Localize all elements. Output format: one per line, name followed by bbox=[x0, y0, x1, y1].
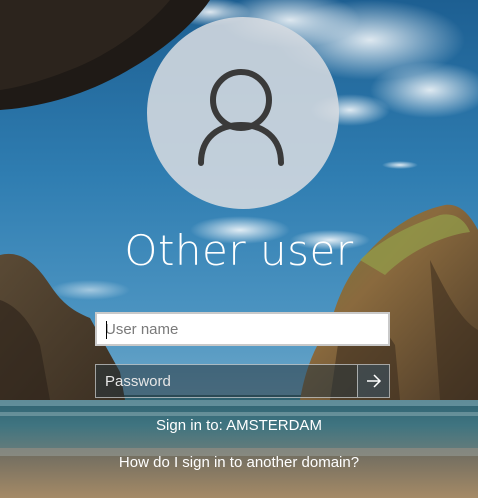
help-link-container: How do I sign in to another domain? bbox=[0, 454, 478, 471]
password-input[interactable] bbox=[96, 365, 358, 397]
text-caret bbox=[106, 321, 107, 339]
arrow-right-icon bbox=[366, 374, 381, 388]
password-field-box[interactable] bbox=[95, 364, 390, 398]
username-input[interactable] bbox=[97, 314, 388, 344]
signin-domain-label: Sign in to: AMSTERDAM bbox=[156, 417, 322, 434]
username-field-box[interactable] bbox=[95, 312, 390, 346]
user-name-title: Other user bbox=[124, 226, 354, 275]
user-avatar bbox=[147, 17, 339, 209]
user-icon bbox=[198, 69, 284, 166]
submit-button[interactable] bbox=[357, 365, 389, 397]
other-domain-help-link[interactable]: How do I sign in to another domain? bbox=[119, 454, 359, 471]
